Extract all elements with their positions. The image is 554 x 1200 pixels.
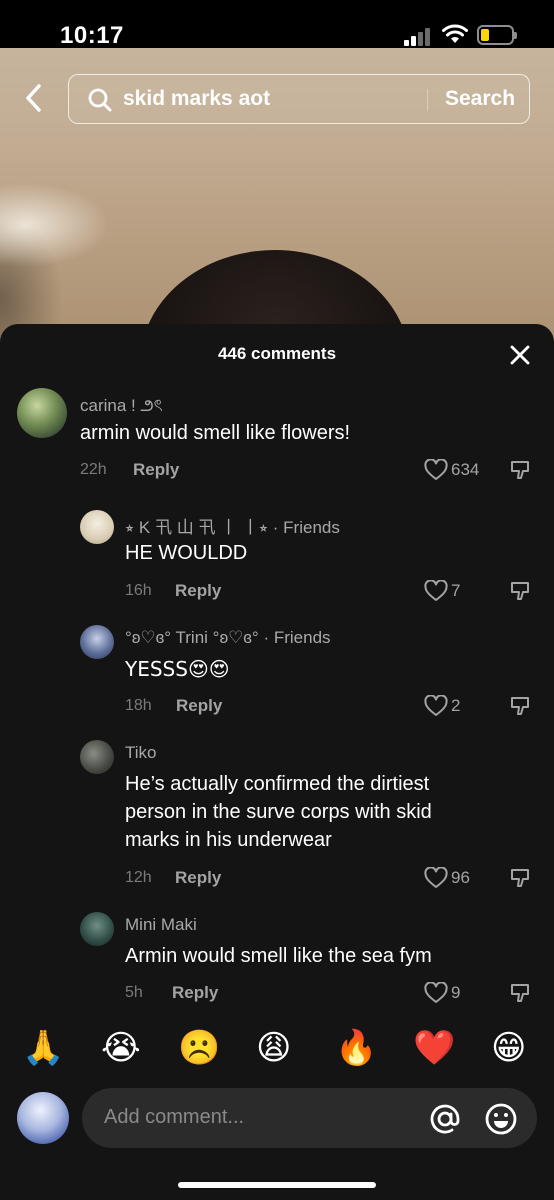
search-button[interactable]: Search <box>445 87 515 111</box>
emoji-pray[interactable]: 🙏 <box>22 1028 64 1068</box>
dislike-icon[interactable] <box>510 867 532 889</box>
emoji-icon[interactable] <box>484 1102 518 1136</box>
heart-icon[interactable] <box>424 580 448 602</box>
signal-icon <box>404 26 434 46</box>
comment-text: armin would smell like flowers! <box>80 422 351 444</box>
reply-button[interactable]: Reply <box>175 868 221 888</box>
back-chevron-icon <box>26 84 41 112</box>
avatar[interactable] <box>80 740 114 774</box>
reply-button[interactable]: Reply <box>133 460 179 480</box>
emoji-grinning[interactable]: 😁 <box>491 1028 526 1068</box>
heart-icon[interactable] <box>424 459 448 481</box>
comment-username[interactable]: Tiko <box>125 743 157 763</box>
emoji-weary[interactable]: 😩 <box>256 1028 291 1068</box>
at-icon[interactable] <box>428 1102 462 1136</box>
comment-text: YESSS😍😍 <box>125 657 230 681</box>
like-count: 9 <box>451 983 461 1002</box>
comment-username-row[interactable]: °ʚ♡ɞ° Trini °ʚ♡ɞ° · Friends <box>125 628 331 648</box>
status-time: 10:17 <box>60 22 124 49</box>
heart-icon[interactable] <box>424 867 448 889</box>
avatar[interactable] <box>17 388 67 438</box>
reply-button[interactable]: Reply <box>172 983 218 1003</box>
reply-button[interactable]: Reply <box>175 581 221 601</box>
avatar[interactable] <box>80 625 114 659</box>
dislike-icon[interactable] <box>510 982 532 1004</box>
emoji-heart[interactable]: ❤️ <box>413 1028 455 1068</box>
like-count: 2 <box>451 696 461 715</box>
wifi-icon <box>442 24 468 43</box>
search-input[interactable]: skid marks aot <box>123 87 270 111</box>
video-background[interactable] <box>0 0 554 360</box>
comment-time: 16h <box>125 582 152 599</box>
comment-time: 12h <box>125 869 152 886</box>
friends-tag: · Friends <box>272 518 340 537</box>
close-icon[interactable] <box>507 342 533 368</box>
comment-input[interactable]: Add comment... <box>82 1088 537 1148</box>
comment-text: He’s actually confirmed the dirtiest per… <box>125 773 432 851</box>
heart-icon[interactable] <box>424 695 448 717</box>
search-divider <box>427 89 428 111</box>
comment-username[interactable]: carina ! ౨ৎ <box>80 393 163 421</box>
reply-button[interactable]: Reply <box>176 696 222 716</box>
comments-count-title: 446 comments <box>217 344 337 363</box>
friends-tag: · Friends <box>263 628 331 647</box>
like-count: 634 <box>451 460 480 479</box>
home-indicator[interactable] <box>178 1182 376 1188</box>
dislike-icon[interactable] <box>510 580 532 602</box>
comment-text: Armin would smell like the sea fym <box>125 945 432 967</box>
comment-text: HE WOULDD <box>125 542 248 564</box>
search-bar[interactable]: skid marks aot Search <box>68 74 530 124</box>
emoji-fire[interactable]: 🔥 <box>335 1028 377 1068</box>
status-bar: 10:17 <box>0 0 554 49</box>
dislike-icon[interactable] <box>510 459 532 481</box>
search-icon <box>88 88 112 112</box>
avatar[interactable] <box>80 912 114 946</box>
comment-time: 5h <box>125 984 143 1001</box>
avatar[interactable] <box>80 510 114 544</box>
comment-time: 22h <box>80 461 107 478</box>
emoji-frowning[interactable]: ☹️ <box>178 1028 220 1068</box>
emoji-loudly-crying[interactable]: 😭 <box>101 1028 141 1068</box>
battery-icon <box>477 25 517 45</box>
dislike-icon[interactable] <box>510 695 532 717</box>
my-avatar[interactable] <box>17 1092 69 1144</box>
comment-username[interactable]: °ʚ♡ɞ° Trini °ʚ♡ɞ° <box>125 628 259 647</box>
comment-input-placeholder[interactable]: Add comment... <box>104 1106 244 1129</box>
like-count: 96 <box>451 868 470 887</box>
back-button[interactable] <box>18 80 50 116</box>
comment-username[interactable]: Mini Maki <box>125 915 197 935</box>
heart-icon[interactable] <box>424 982 448 1004</box>
comment-time: 18h <box>125 697 152 714</box>
comment-username[interactable]: ⭒ K 卂 山 卂 丨 丨⭒ <box>125 518 268 537</box>
comment-username-row[interactable]: ⭒ K 卂 山 卂 丨 丨⭒ · Friends <box>125 513 340 538</box>
like-count: 7 <box>451 581 461 600</box>
